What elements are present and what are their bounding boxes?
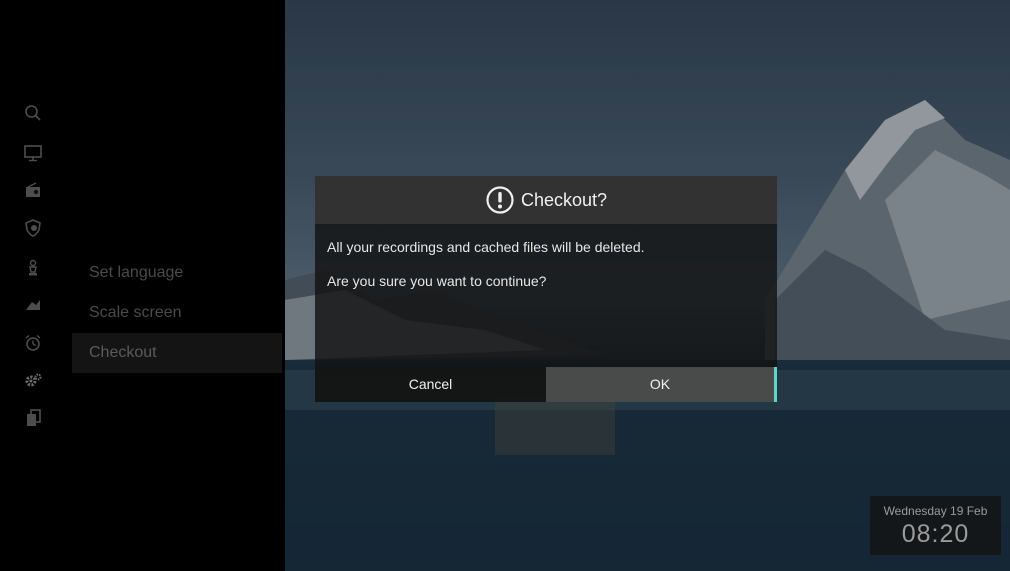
menu-item-scale-screen[interactable]: Scale screen [72, 293, 282, 333]
warning-icon [486, 186, 514, 214]
dialog-button-row: Cancel OK [315, 367, 777, 402]
menu-item-label: Scale screen [89, 304, 182, 321]
clock-widget: Wednesday 19 Feb 08:20 [870, 496, 1001, 555]
chess-icon[interactable] [18, 255, 48, 281]
recordings-icon[interactable] [18, 292, 48, 318]
clock-date: Wednesday 19 Feb [883, 504, 988, 518]
menu-item-label: Checkout [89, 344, 157, 361]
shield-icon[interactable] [18, 215, 48, 241]
checkout-dialog: Checkout? All your recordings and cached… [315, 176, 777, 402]
apps-icon[interactable] [18, 405, 48, 431]
tv-icon[interactable] [18, 140, 48, 166]
ok-button[interactable]: OK [546, 367, 777, 402]
menu-item-set-language[interactable]: Set language [72, 253, 282, 293]
dialog-body: All your recordings and cached files wil… [315, 224, 777, 290]
settings-menu: Set language Scale screen Checkout [72, 253, 282, 373]
sidebar: Set language Scale screen Checkout [0, 0, 285, 571]
alarm-icon[interactable] [18, 330, 48, 356]
dialog-message: All your recordings and cached files wil… [327, 239, 645, 255]
menu-item-checkout[interactable]: Checkout [72, 333, 282, 373]
dialog-question: Are you sure you want to continue? [327, 273, 547, 289]
dialog-header: Checkout? [315, 176, 777, 224]
radio-icon[interactable] [18, 177, 48, 203]
dialog-title: Checkout? [520, 189, 608, 210]
menu-item-label: Set language [89, 264, 184, 281]
cancel-button[interactable]: Cancel [315, 367, 546, 402]
clock-time: 08:20 [901, 520, 970, 548]
settings-icon[interactable] [18, 368, 48, 394]
search-icon[interactable] [18, 100, 48, 126]
